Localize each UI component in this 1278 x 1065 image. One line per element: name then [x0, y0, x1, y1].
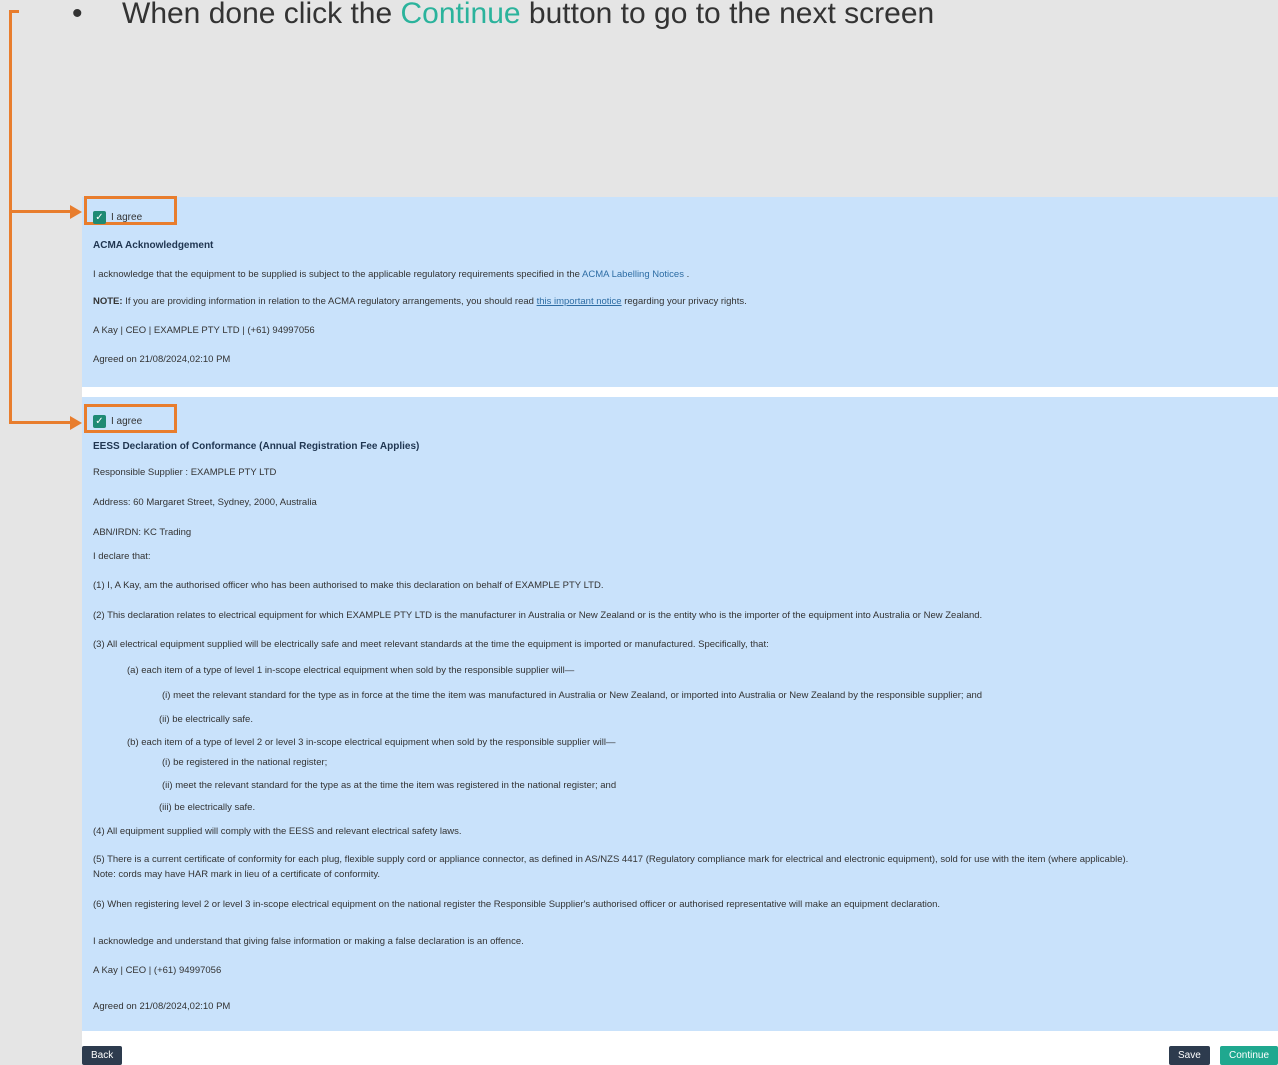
- continue-button[interactable]: Continue: [1220, 1046, 1278, 1065]
- note-label: NOTE:: [93, 296, 123, 307]
- eess-clause-5: (5) There is a current certificate of co…: [93, 854, 1129, 865]
- instruction-prefix: When done click the: [122, 0, 401, 30]
- acma-signer: A Kay | CEO | EXAMPLE PTY LTD | (+61) 94…: [93, 325, 315, 336]
- eess-clause-2: (2) This declaration relates to electric…: [93, 610, 983, 621]
- note-end: regarding your privacy rights.: [621, 296, 747, 307]
- acma-agree-checkbox[interactable]: ✓ I agree: [93, 211, 142, 224]
- eess-signer: A Kay | CEO | (+61) 94997056: [93, 965, 222, 976]
- eess-supplier: Responsible Supplier : EXAMPLE PTY LTD: [93, 467, 277, 478]
- panel-divider: [82, 387, 1278, 397]
- important-notice-link[interactable]: this important notice: [537, 296, 622, 307]
- checkmark-icon: ✓: [93, 415, 106, 428]
- eess-clause-1: (1) I, A Kay, am the authorised officer …: [93, 580, 604, 591]
- eess-clause-3a-i: (i) meet the relevant standard for the t…: [162, 690, 983, 701]
- eess-clause-3a: (a) each item of a type of level 1 in-sc…: [127, 665, 575, 676]
- note-text: If you are providing information in rela…: [122, 296, 537, 307]
- acma-agree-label: I agree: [111, 212, 143, 223]
- annotation-arrow-1: [9, 210, 71, 213]
- eess-acknowledge: I acknowledge and understand that giving…: [93, 936, 524, 947]
- acma-ack-end: .: [683, 269, 690, 280]
- acma-ack-line: I acknowledge that the equipment to be s…: [93, 269, 689, 280]
- eess-agree-label: I agree: [111, 416, 143, 427]
- instruction-suffix: button to go to the next screen: [520, 0, 935, 30]
- eess-clause-3b-i: (i) be registered in the national regist…: [162, 757, 328, 768]
- acma-panel: [82, 197, 1278, 387]
- acma-note-line: NOTE: If you are providing information i…: [93, 296, 747, 307]
- eess-clause-5-note: Note: cords may have HAR mark in lieu of…: [93, 869, 381, 880]
- eess-clause-4: (4) All equipment supplied will comply w…: [93, 826, 462, 837]
- footer-bar: [82, 1031, 1278, 1065]
- acma-agreed-on: Agreed on 21/08/2024,02:10 PM: [93, 354, 231, 365]
- eess-clause-3a-ii: (ii) be electrically safe.: [159, 714, 253, 725]
- bullet: •: [72, 0, 83, 30]
- acma-ack-text: I acknowledge that the equipment to be s…: [93, 269, 583, 280]
- annotation-arrow-2: [9, 421, 71, 424]
- acma-labelling-link[interactable]: ACMA Labelling Notices: [582, 269, 684, 280]
- eess-abn: ABN/IRDN: KC Trading: [93, 527, 192, 538]
- save-button[interactable]: Save: [1169, 1046, 1210, 1065]
- eess-clause-3b-iii: (iii) be electrically safe.: [159, 802, 256, 813]
- eess-agree-checkbox[interactable]: ✓ I agree: [93, 415, 142, 428]
- acma-title: ACMA Acknowledgement: [93, 240, 214, 251]
- eess-declare: I declare that:: [93, 551, 151, 562]
- annotation-arrowhead-1: [70, 205, 82, 219]
- checkmark-icon: ✓: [93, 211, 106, 224]
- back-button[interactable]: Back: [82, 1046, 123, 1065]
- eess-agreed-on: Agreed on 21/08/2024,02:10 PM: [93, 1001, 231, 1012]
- eess-clause-3b-ii: (ii) meet the relevant standard for the …: [162, 780, 617, 791]
- annotation-bracket: [9, 10, 12, 423]
- annotation-arrowhead-2: [70, 416, 82, 430]
- eess-clause-3b: (b) each item of a type of level 2 or le…: [127, 737, 616, 748]
- eess-address: Address: 60 Margaret Street, Sydney, 200…: [93, 497, 317, 508]
- instruction-highlight: Continue: [400, 0, 521, 30]
- instruction-text: • When done click the Continue button to …: [72, 0, 934, 36]
- eess-title: EESS Declaration of Conformance (Annual …: [93, 441, 420, 452]
- eess-clause-6: (6) When registering level 2 or level 3 …: [93, 899, 941, 910]
- eess-clause-3: (3) All electrical equipment supplied wi…: [93, 639, 769, 650]
